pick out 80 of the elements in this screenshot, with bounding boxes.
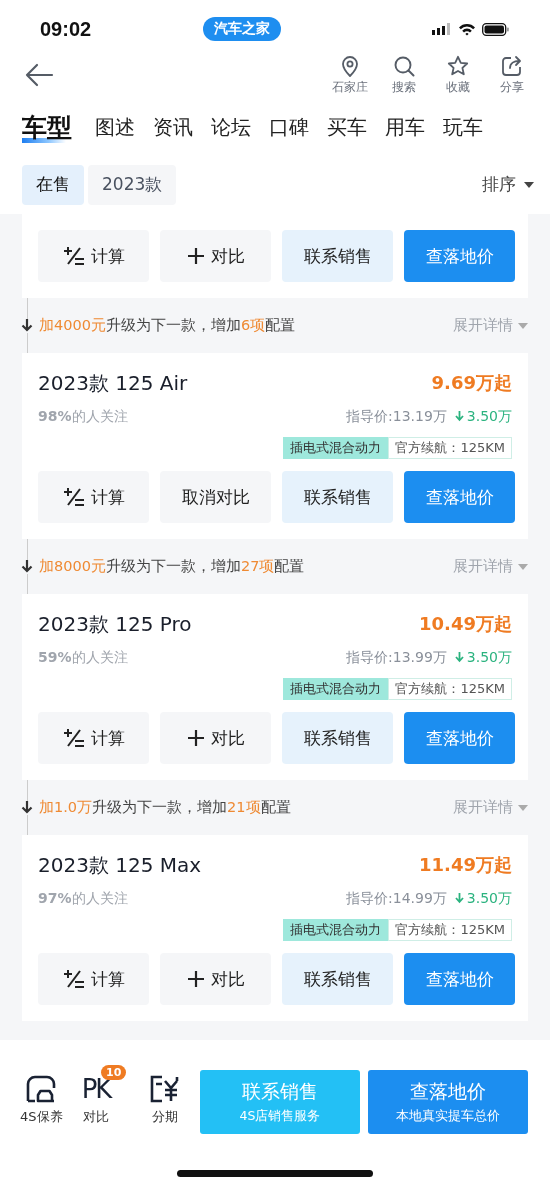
dropdown-caret-icon xyxy=(518,804,528,811)
wifi-icon xyxy=(458,22,476,36)
battery-icon xyxy=(482,22,510,36)
plus-icon xyxy=(186,729,205,747)
guide-price: 指导价:13.19万 xyxy=(346,408,447,426)
contact-sales-button[interactable]: 联系销售 xyxy=(282,230,393,282)
filter-chip[interactable]: 2023款 xyxy=(88,164,177,205)
share-icon xyxy=(501,54,523,77)
price-drop: 3.50万 xyxy=(454,649,512,667)
yen-bracket-icon xyxy=(149,1075,180,1103)
compare-button[interactable]: 取消对比 xyxy=(160,471,271,523)
bottom-action[interactable]: 分期 xyxy=(137,1064,192,1126)
tab[interactable]: 玩车 xyxy=(434,107,492,148)
location-pin-icon xyxy=(339,54,361,77)
calculate-button[interactable]: 计算 xyxy=(38,230,149,282)
spec-tag: 插电式混合动力 xyxy=(283,437,389,459)
contact-sales-button[interactable]: 联系销售 xyxy=(282,953,393,1005)
compare-button[interactable]: 对比 xyxy=(160,230,271,282)
nav-action[interactable]: 搜索 xyxy=(384,54,424,96)
calculate-button[interactable]: 计算 xyxy=(38,953,149,1005)
interest-text: 98%的人关注 xyxy=(38,408,128,426)
trim-name: 2023款 125 Pro xyxy=(38,610,192,638)
tab[interactable]: 图述 xyxy=(86,107,144,148)
contact-sales-button[interactable]: 联系销售 xyxy=(282,471,393,523)
down-arrow-icon xyxy=(454,652,464,664)
guide-price: 指导价:13.99万 xyxy=(346,649,447,667)
bottom-action[interactable]: 4S保养 xyxy=(14,1064,69,1126)
trim-name: 2023款 125 Max xyxy=(38,851,202,879)
plus-minus-icon xyxy=(62,246,85,266)
star-icon xyxy=(447,54,469,77)
tab[interactable]: 用车 xyxy=(376,107,434,148)
trim-price: 11.49万起 xyxy=(419,853,512,877)
sort-button[interactable]: 排序 xyxy=(482,173,534,196)
price-drop: 3.50万 xyxy=(454,408,512,426)
upgrade-note: 加4000元升级为下一款，增加6项配置 xyxy=(39,316,296,335)
spec-tag: 插电式混合动力 xyxy=(283,919,389,941)
back-button[interactable] xyxy=(24,63,54,87)
trim-price: 10.49万起 xyxy=(419,612,512,636)
nav-action[interactable]: 分享 xyxy=(492,54,532,96)
dropdown-caret-icon xyxy=(518,563,528,570)
down-arrow-icon xyxy=(454,893,464,905)
price-drop: 3.50万 xyxy=(454,890,512,908)
interest-text: 59%的人关注 xyxy=(38,649,128,667)
calculate-button[interactable]: 计算 xyxy=(38,712,149,764)
status-time: 09:02 xyxy=(40,17,92,41)
back-arrow-icon xyxy=(24,63,54,87)
dropdown-caret-icon xyxy=(524,181,534,188)
nav-action[interactable]: 收藏 xyxy=(438,54,478,96)
plus-icon xyxy=(186,970,205,988)
app-badge: 汽车之家 xyxy=(202,17,281,41)
nav-action[interactable]: 石家庄 xyxy=(330,54,370,96)
tab[interactable]: 论坛 xyxy=(202,107,260,148)
upgrade-note: 加1.0万升级为下一款，增加21项配置 xyxy=(39,798,291,817)
plus-minus-icon xyxy=(62,969,85,989)
tab[interactable]: 资讯 xyxy=(144,107,202,148)
plus-minus-icon xyxy=(62,728,85,748)
tab[interactable]: 口碑 xyxy=(260,107,318,148)
count-badge: 10 xyxy=(101,1065,127,1080)
dropdown-caret-icon xyxy=(518,322,528,329)
guide-price: 指导价:14.99万 xyxy=(346,890,447,908)
trim-price: 9.69万起 xyxy=(431,371,512,395)
spec-tag: 官方续航：125KM xyxy=(388,678,512,700)
upgrade-note: 加8000元升级为下一款，增加27项配置 xyxy=(39,557,305,576)
contact-sales-button[interactable]: 联系销售 xyxy=(282,712,393,764)
spec-tag: 官方续航：125KM xyxy=(388,919,512,941)
search-icon xyxy=(393,54,415,77)
tab[interactable]: 买车 xyxy=(318,107,376,148)
plus-minus-icon xyxy=(62,487,85,507)
spec-tag: 官方续航：125KM xyxy=(388,437,512,459)
trim-name: 2023款 125 Air xyxy=(38,369,188,397)
compare-button[interactable]: 对比 xyxy=(160,712,271,764)
calculate-button[interactable]: 计算 xyxy=(38,471,149,523)
spec-tag: 插电式混合动力 xyxy=(283,678,389,700)
garage-car-icon xyxy=(26,1075,57,1103)
interest-text: 97%的人关注 xyxy=(38,890,128,908)
filter-chip[interactable]: 在售 xyxy=(22,164,84,205)
signal-icon xyxy=(432,23,452,35)
compare-button[interactable]: 对比 xyxy=(160,953,271,1005)
down-arrow-icon xyxy=(454,411,464,423)
plus-icon xyxy=(186,247,205,265)
